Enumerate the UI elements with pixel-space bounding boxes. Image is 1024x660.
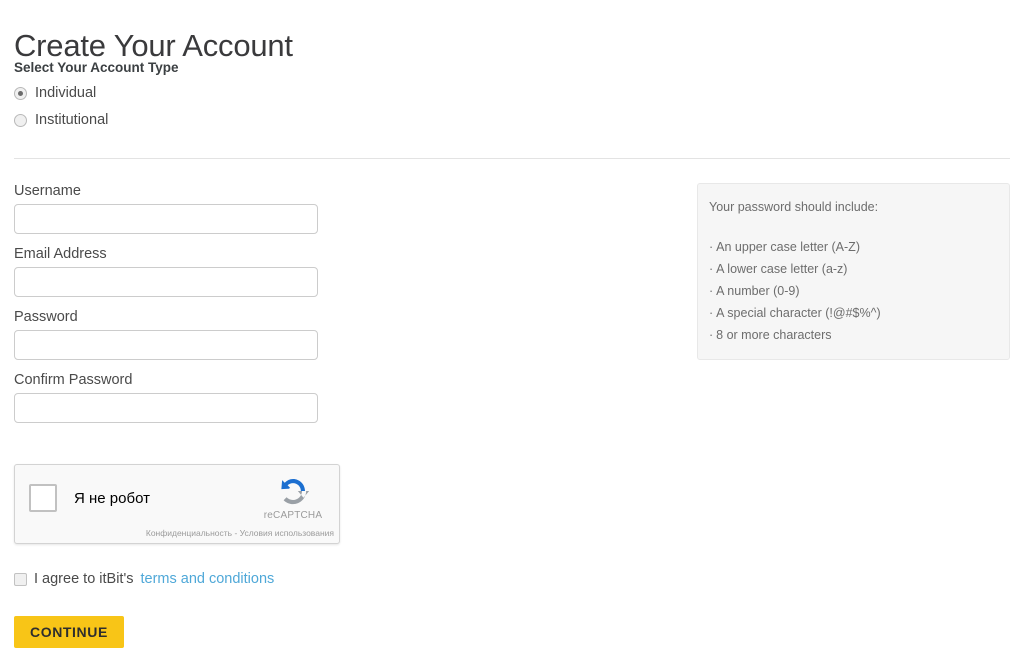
continue-button[interactable]: CONTINUE	[14, 616, 124, 648]
password-input[interactable]	[14, 330, 318, 360]
password-requirements-title: Your password should include:	[709, 200, 879, 214]
bullet-icon: ·	[709, 328, 714, 342]
bullet-icon: ·	[709, 284, 714, 298]
password-requirement-item: · An upper case letter (A-Z)	[709, 236, 1009, 258]
bullet-icon: ·	[709, 262, 714, 276]
radio-icon-institutional[interactable]	[14, 113, 27, 127]
label-password: Password	[14, 309, 78, 325]
password-requirement-text: A lower case letter (a-z)	[716, 262, 848, 276]
radio-option-individual[interactable]: Individual	[14, 85, 96, 101]
password-requirement-text: 8 or more characters	[716, 328, 832, 342]
recaptcha-checkbox[interactable]	[29, 484, 57, 512]
recaptcha-brand-label: reCAPTCHA	[263, 510, 323, 521]
password-requirement-text: A number (0-9)	[716, 284, 800, 298]
recaptcha-label: Я не робот	[74, 490, 150, 507]
section-divider	[14, 158, 1010, 159]
recaptcha-widget[interactable]: Я не робот reCAPTCHA Конфиденциальность …	[14, 464, 340, 544]
password-requirement-item: · A number (0-9)	[709, 280, 1009, 302]
password-requirement-item: · 8 or more characters	[709, 324, 1009, 346]
bullet-icon: ·	[709, 306, 714, 320]
signup-form: Username Email Address Password Confirm …	[14, 182, 320, 423]
password-requirement-item: · A lower case letter (a-z)	[709, 258, 1009, 280]
label-confirm-password: Confirm Password	[14, 372, 133, 388]
radio-label-individual: Individual	[35, 85, 97, 101]
account-type-heading: Select Your Account Type	[14, 60, 179, 75]
email-input[interactable]	[14, 267, 318, 297]
confirm-password-input[interactable]	[14, 393, 318, 423]
username-input[interactable]	[14, 204, 318, 234]
radio-option-institutional[interactable]: Institutional	[14, 112, 108, 128]
recaptcha-icon	[281, 479, 310, 505]
recaptcha-logo-block: reCAPTCHA	[255, 473, 331, 522]
label-email: Email Address	[14, 246, 107, 262]
password-requirement-text: A special character (!@#$%^)	[716, 306, 881, 320]
radio-icon-individual[interactable]	[14, 86, 27, 100]
password-requirement-text: An upper case letter (A-Z)	[716, 240, 860, 254]
terms-text: I agree to itBit's	[34, 571, 134, 587]
recaptcha-footer-links[interactable]: Конфиденциальность - Условия использован…	[146, 528, 334, 539]
radio-label-institutional: Institutional	[35, 112, 109, 128]
terms-checkbox[interactable]	[14, 572, 27, 586]
password-requirements-panel: Your password should include: · An upper …	[697, 183, 1010, 360]
label-username: Username	[14, 183, 81, 199]
password-requirement-item: · A special character (!@#$%^)	[709, 302, 1009, 324]
terms-agreement-row[interactable]: I agree to itBit's terms and conditions	[14, 570, 274, 588]
terms-and-conditions-link[interactable]: terms and conditions	[140, 570, 274, 588]
bullet-icon: ·	[709, 240, 714, 254]
